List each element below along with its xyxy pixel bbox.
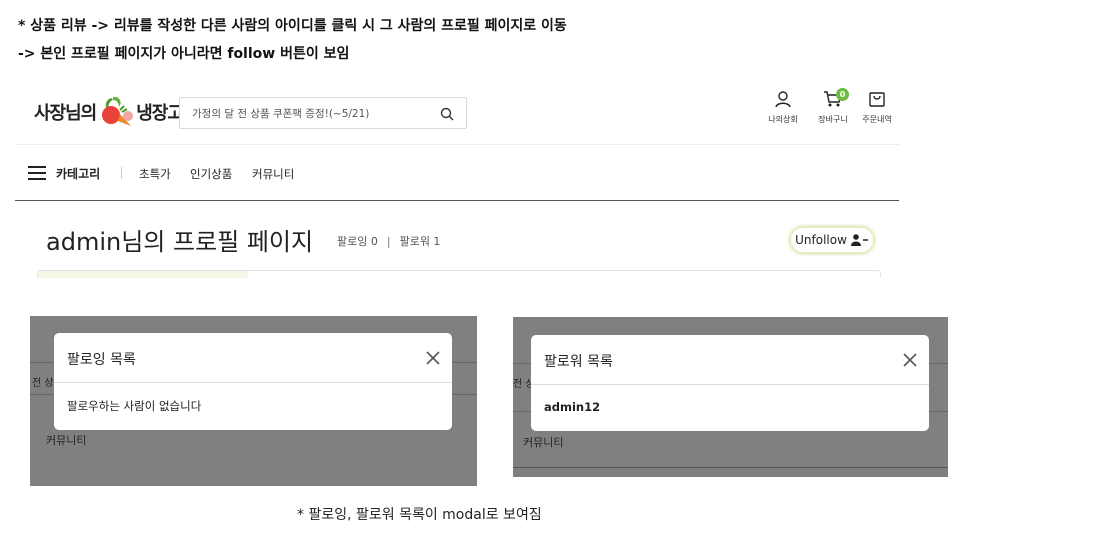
modal-body: admin12 <box>531 385 929 431</box>
page-title: admin님의 프로필 페이지 <box>46 228 314 256</box>
background-divider <box>513 467 948 468</box>
close-icon[interactable] <box>902 352 918 368</box>
close-icon[interactable] <box>425 350 441 366</box>
hamburger-menu-icon[interactable] <box>28 166 46 180</box>
background-nav-text: 커뮤니티 <box>523 436 564 449</box>
modal-header: 팔로워 목록 <box>531 335 929 385</box>
nav-link-special-price[interactable]: 초특가 <box>139 166 171 182</box>
unfollow-label: Unfollow <box>795 233 847 247</box>
modal-body: 팔로우하는 사람이 없습니다 <box>54 383 452 429</box>
following-modal-title: 팔로잉 목록 <box>67 352 136 368</box>
annotation-line-2: -> 본인 프로필 페이지가 아니라면 follow 버튼이 보임 <box>18 46 350 62</box>
category-menu[interactable]: 카테고리 <box>56 165 100 182</box>
modal-header: 팔로잉 목록 <box>54 333 452 383</box>
background-side-text: 전 상 <box>32 378 54 389</box>
profile-tabs <box>37 270 881 278</box>
profile-tab-active[interactable] <box>38 271 248 278</box>
follower-modal-title: 팔로워 목록 <box>544 354 613 370</box>
empty-following-message: 팔로우하는 사람이 없습니다 <box>67 399 202 413</box>
cart-button[interactable]: 0 장바구니 <box>808 88 858 125</box>
user-minus-icon <box>850 234 868 246</box>
follower-modal: 팔로워 목록 admin12 <box>531 335 929 431</box>
my-page-button[interactable]: 나의상회 <box>758 90 808 125</box>
nav-divider <box>121 167 122 179</box>
follower-modal-backdrop[interactable]: 전 상 커뮤니티 팔로워 목록 admin12 <box>513 317 948 477</box>
cart-label: 장바구니 <box>818 115 848 124</box>
follower-id-link[interactable]: admin12 <box>544 400 600 414</box>
background-nav-text: 커뮤니티 <box>46 434 87 447</box>
vegetable-logo-icon <box>102 96 134 126</box>
following-count-link[interactable]: 팔로잉 0 <box>337 235 378 248</box>
follower-count-link[interactable]: 팔로워 1 <box>400 235 441 248</box>
cart-count-badge: 0 <box>836 88 849 101</box>
following-modal-backdrop[interactable]: 전 상 커뮤니티 팔로잉 목록 팔로우하는 사람이 없습니다 <box>30 316 477 486</box>
search-input[interactable] <box>192 104 437 124</box>
stats-divider: | <box>386 235 391 248</box>
logo-text-right: 냉장고 <box>136 103 184 124</box>
search-bar <box>179 97 467 129</box>
orders-button[interactable]: 주문내역 <box>852 90 902 125</box>
unfollow-button[interactable]: Unfollow <box>790 227 874 253</box>
nav-link-community[interactable]: 커뮤니티 <box>252 166 294 182</box>
logo-text-left: 사장님의 <box>34 103 97 124</box>
header-divider <box>15 144 900 145</box>
annotation-line-1: * 상품 리뷰 -> 리뷰를 작성한 다른 사람의 아이디를 클릭 시 그 사람… <box>18 18 567 34</box>
nav-link-popular[interactable]: 인기상품 <box>190 166 232 182</box>
nav-bottom-border <box>15 200 899 201</box>
search-icon[interactable] <box>440 107 454 121</box>
my-page-label: 나의상회 <box>768 115 798 124</box>
orders-label: 주문내역 <box>862 115 892 124</box>
annotation-footnote: * 팔로잉, 팔로워 목록이 modal로 보여짐 <box>297 507 542 523</box>
order-bag-icon <box>869 92 885 107</box>
user-icon <box>775 91 791 108</box>
follow-stats: 팔로잉 0 | 팔로워 1 <box>337 233 440 249</box>
site-logo[interactable]: 사장님의 냉장고 <box>34 94 184 130</box>
following-modal: 팔로잉 목록 팔로우하는 사람이 없습니다 <box>54 333 452 430</box>
